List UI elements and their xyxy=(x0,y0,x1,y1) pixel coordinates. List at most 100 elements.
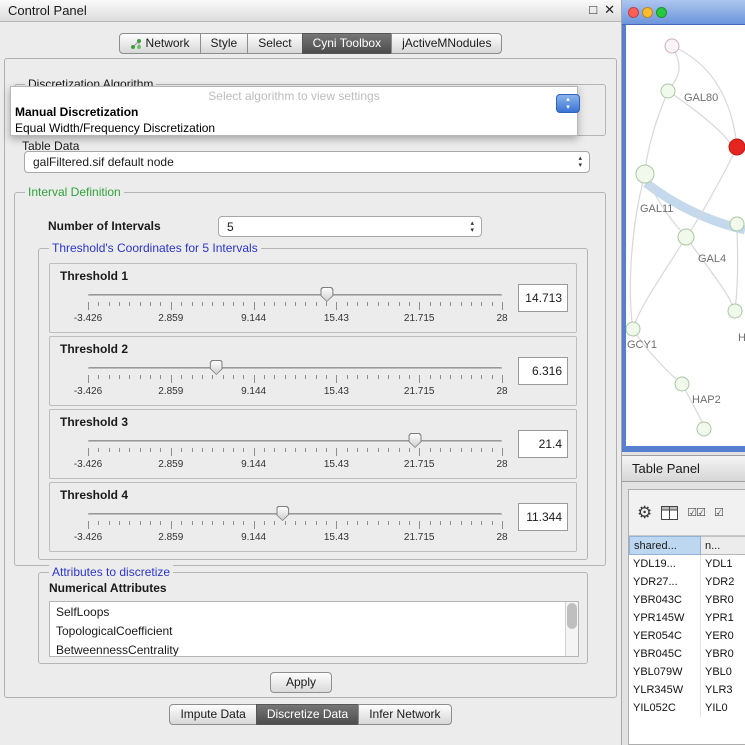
slider-thumb[interactable] xyxy=(320,287,333,302)
table-cell[interactable]: YBL0 xyxy=(701,663,745,681)
select-column-icon[interactable]: ☑ xyxy=(714,506,723,519)
algorithm-option-manual[interactable]: Manual Discretization xyxy=(11,104,577,120)
network-node[interactable] xyxy=(728,304,742,318)
table-cell[interactable]: YLR3 xyxy=(701,681,745,699)
slider-ticks xyxy=(88,448,502,457)
table-cell[interactable]: YDL1 xyxy=(701,555,745,573)
table-cell[interactable]: YDR2 xyxy=(701,573,745,591)
table-row[interactable]: YLR345WYLR3 xyxy=(629,681,745,699)
select-all-columns-icon[interactable]: ☑☑ xyxy=(687,506,705,519)
network-edge[interactable] xyxy=(645,91,668,172)
table-cell[interactable]: YLR345W xyxy=(629,681,701,699)
network-node[interactable] xyxy=(626,322,640,336)
threshold-1-value[interactable]: 14.713 xyxy=(518,284,568,312)
network-node[interactable] xyxy=(675,377,689,391)
table-data-combobox[interactable]: galFiltered.sif default node ▴ ▾ xyxy=(24,151,590,173)
close-icon[interactable]: ✕ xyxy=(604,2,615,18)
table-row[interactable]: YER054CYER0 xyxy=(629,627,745,645)
network-node[interactable] xyxy=(729,139,745,155)
slider-thumb[interactable] xyxy=(409,433,422,448)
tab-cyni-toolbox[interactable]: Cyni Toolbox xyxy=(302,33,392,54)
close-traffic-light[interactable] xyxy=(628,7,639,18)
network-view-window: GAL80GAL11GAL4GCY1HAP2H xyxy=(622,0,745,452)
tab-select[interactable]: Select xyxy=(247,33,302,54)
table-cell[interactable]: YBR043C xyxy=(629,591,701,609)
network-node[interactable] xyxy=(678,229,694,245)
table-row[interactable]: YBR043CYBR0 xyxy=(629,591,745,609)
table-cell[interactable]: YBR0 xyxy=(701,645,745,663)
algorithm-placeholder-option: Select algorithm to view settings xyxy=(11,88,577,104)
network-node[interactable] xyxy=(730,217,744,231)
network-edge[interactable] xyxy=(633,329,676,379)
network-edge[interactable] xyxy=(635,237,686,323)
network-edge[interactable] xyxy=(735,231,738,311)
network-canvas[interactable]: GAL80GAL11GAL4GCY1HAP2H xyxy=(626,25,745,446)
tab-discretize-data[interactable]: Discretize Data xyxy=(256,704,359,725)
network-window-titlebar[interactable] xyxy=(622,0,745,25)
minimize-traffic-light[interactable] xyxy=(642,7,653,18)
threshold-4-value[interactable]: 11.344 xyxy=(518,503,568,531)
network-node[interactable] xyxy=(665,39,679,53)
number-of-intervals-combobox[interactable]: 5 ▴ ▾ xyxy=(218,216,482,237)
zoom-traffic-light[interactable] xyxy=(656,7,667,18)
threshold-4-slider[interactable]: -3.426 2.859 9.144 15.43 21.715 28 xyxy=(88,505,502,549)
network-edge[interactable] xyxy=(630,174,645,322)
tab-network[interactable]: Network xyxy=(119,33,201,54)
scrollbar-thumb[interactable] xyxy=(567,603,577,629)
slider-track xyxy=(88,294,502,297)
table-row[interactable]: YPR145WYPR1 xyxy=(629,609,745,627)
table-cell[interactable]: YPR145W xyxy=(629,609,701,627)
tab-infer-network[interactable]: Infer Network xyxy=(358,704,451,725)
slider-thumb[interactable] xyxy=(210,360,223,375)
slider-ticks xyxy=(88,375,502,384)
column-header-name[interactable]: n... xyxy=(701,536,745,555)
attribute-list-item[interactable]: SelfLoops xyxy=(50,602,578,621)
table-cell[interactable]: YBR045C xyxy=(629,645,701,663)
table-row[interactable]: YDL19...YDL1 xyxy=(629,555,745,573)
tab-jactivemnodules[interactable]: jActiveMNodules xyxy=(391,33,502,54)
tab-impute-data[interactable]: Impute Data xyxy=(169,704,256,725)
threshold-3-slider[interactable]: -3.426 2.859 9.144 15.43 21.715 28 xyxy=(88,432,502,476)
algorithm-option-equal-width[interactable]: Equal Width/Frequency Discretization xyxy=(11,120,577,136)
numerical-attributes-list[interactable]: SelfLoopsTopologicalCoefficientBetweenne… xyxy=(49,601,579,657)
gear-icon[interactable]: ⚙ xyxy=(637,504,652,521)
table-cell[interactable]: YDR27... xyxy=(629,573,701,591)
threshold-1-slider[interactable]: -3.426 2.859 9.144 15.43 21.715 28 xyxy=(88,286,502,330)
network-node[interactable] xyxy=(697,422,711,436)
tab-network-label: Network xyxy=(146,34,190,53)
apply-button[interactable]: Apply xyxy=(270,672,332,693)
minimize-icon[interactable]: □ xyxy=(589,2,597,18)
table-cell[interactable]: YER054C xyxy=(629,627,701,645)
network-tab-icon xyxy=(130,38,142,50)
threshold-2-slider[interactable]: -3.426 2.859 9.144 15.43 21.715 28 xyxy=(88,359,502,403)
table-cell[interactable]: YIL0 xyxy=(701,699,745,717)
table-row[interactable]: YDR27...YDR2 xyxy=(629,573,745,591)
attribute-list-item[interactable]: BetweennessCentrality xyxy=(50,640,578,657)
network-node[interactable] xyxy=(661,84,675,98)
network-node[interactable] xyxy=(636,165,654,183)
attribute-list-item[interactable]: TopologicalCoefficient xyxy=(50,621,578,640)
table-cell[interactable]: YBL079W xyxy=(629,663,701,681)
control-panel-titlebar: Control Panel □ ✕ xyxy=(0,0,621,22)
table-cell[interactable]: YER0 xyxy=(701,627,745,645)
table-cell[interactable]: YPR1 xyxy=(701,609,745,627)
columns-icon[interactable] xyxy=(661,506,678,520)
tick-label: 9.144 xyxy=(241,459,266,470)
table-cell[interactable]: YBR0 xyxy=(701,591,745,609)
column-header-shared-name[interactable]: shared... xyxy=(629,536,701,555)
control-panel-window: Control Panel □ ✕ Network Style Select C… xyxy=(0,0,622,745)
algorithm-combo-button[interactable]: ▴ ▾ xyxy=(556,94,580,113)
tick-label: 28 xyxy=(496,313,507,324)
threshold-2-value[interactable]: 6.316 xyxy=(518,357,568,385)
table-row[interactable]: YIL052CYIL0 xyxy=(629,699,745,717)
threshold-3-value[interactable]: 21.4 xyxy=(518,430,568,458)
network-edge[interactable] xyxy=(686,237,733,306)
slider-thumb[interactable] xyxy=(276,506,289,521)
list-scrollbar[interactable] xyxy=(565,602,578,656)
table-cell[interactable]: YIL052C xyxy=(629,699,701,717)
tab-style[interactable]: Style xyxy=(200,33,249,54)
numerical-attributes-label: Numerical Attributes xyxy=(49,581,167,595)
table-row[interactable]: YBR045CYBR0 xyxy=(629,645,745,663)
table-row[interactable]: YBL079WYBL0 xyxy=(629,663,745,681)
table-cell[interactable]: YDL19... xyxy=(629,555,701,573)
